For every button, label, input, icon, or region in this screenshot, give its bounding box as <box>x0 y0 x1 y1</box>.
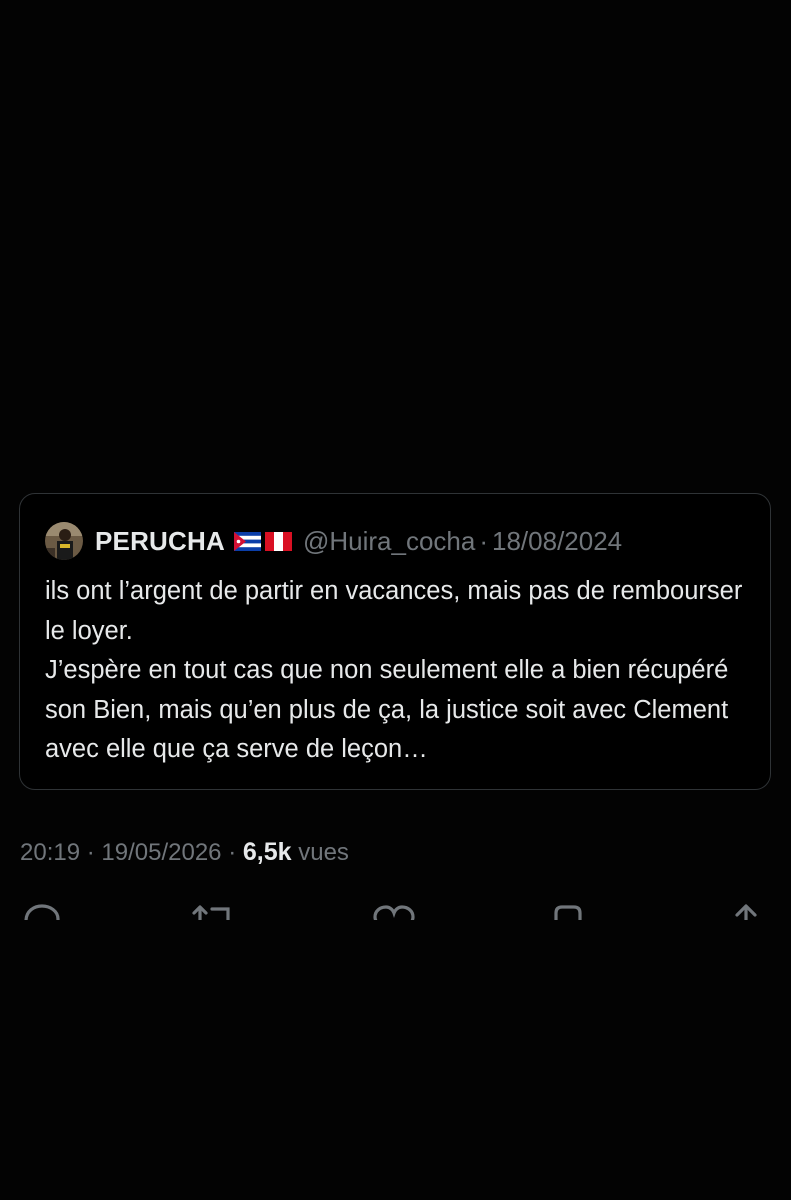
views-count: 6,5k <box>242 838 292 866</box>
quoted-tweet-date[interactable]: 18/08/2024 <box>492 526 622 557</box>
retweet-button[interactable]: ·· <box>190 903 267 920</box>
share-icon <box>735 904 757 920</box>
share-button[interactable] <box>731 903 761 920</box>
quoted-tweet-line: ils ont l’argent de partir en vacances, … <box>45 577 743 645</box>
peru-flag-icon <box>264 531 292 551</box>
reply-button[interactable]: · <box>22 903 83 920</box>
cuba-flag-icon <box>233 531 261 551</box>
reply-count: · <box>76 911 83 921</box>
like-icon <box>373 905 415 920</box>
bookmark-icon <box>554 905 582 920</box>
handle[interactable]: @Huira_cocha <box>303 526 475 557</box>
bookmark-count: · <box>600 911 607 921</box>
tweet-meta: 20:19 · 19/05/2026 · 6,5k vues <box>20 838 349 867</box>
like-button[interactable]: ·· <box>372 903 445 920</box>
reply-icon <box>24 904 60 920</box>
tweet-time[interactable]: 20:19 <box>20 839 80 866</box>
retweet-icon <box>192 905 230 920</box>
display-name[interactable]: PERUCHA <box>95 526 225 557</box>
bookmark-button[interactable]: · <box>550 903 607 920</box>
views-label: vues <box>298 839 349 866</box>
action-bar: · ·· ·· · <box>0 903 791 920</box>
tweet-date[interactable]: 19/05/2026 <box>101 839 221 866</box>
separator: · <box>479 525 489 556</box>
quoted-tweet-text: ils ont l’argent de partir en vacances, … <box>45 572 760 770</box>
retweet-count: ·· <box>252 911 267 921</box>
avatar[interactable] <box>45 522 83 560</box>
separator: · <box>228 839 237 866</box>
quoted-tweet-header: PERUCHA @Huira_cocha · 18/08/2024 <box>45 520 622 562</box>
like-count: ·· <box>430 911 445 921</box>
separator: · <box>86 839 95 866</box>
quoted-tweet-line: J’espère en tout cas que non seulement e… <box>45 656 729 763</box>
quoted-tweet-card[interactable]: PERUCHA @Huira_cocha · 18/08/2024 ils on… <box>19 493 771 790</box>
